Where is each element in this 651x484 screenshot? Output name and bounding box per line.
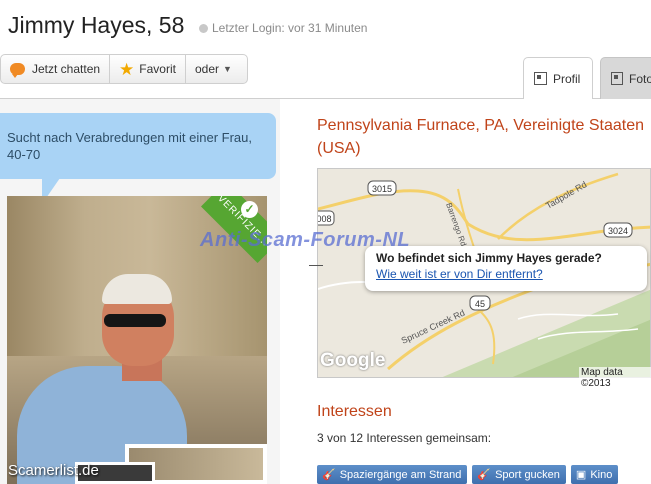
online-status-icon [199, 24, 208, 33]
star-icon: ★ [119, 59, 135, 79]
chat-button-label: Jetzt chatten [32, 62, 101, 76]
favorite-button[interactable]: ★ Favorit [110, 55, 186, 83]
action-button-group: Jetzt chatten ★ Favorit oder ▼ [0, 54, 248, 84]
interest-tag-label: Sport gucken [495, 468, 560, 481]
last-login-text: Letzter Login: vor 31 Minuten [212, 21, 368, 35]
map-popup-title: Wo befindet sich Jimmy Hayes gerade? [376, 251, 602, 265]
tab-fotos[interactable]: Fotos [600, 57, 651, 99]
interests-heading: Interessen [317, 403, 392, 420]
tab-fotos-label: Fotos [628, 71, 651, 86]
looking-for-bubble: Sucht nach Verabredungen mit einer Frau,… [0, 113, 276, 179]
map-attribution: Map data ©2013 [579, 367, 651, 389]
favorite-button-label: Favorit [139, 62, 176, 76]
interest-tag-label: Kino [590, 468, 613, 481]
photos-icon [611, 72, 623, 85]
road-label: 45 [475, 299, 485, 309]
guitar-icon: 🎸 [322, 469, 336, 481]
distance-link[interactable]: Wie weit ist er von Dir entfernt? [376, 266, 636, 282]
location-heading: Pennsylvania Furnace, PA, Vereinigte Sta… [317, 117, 645, 157]
chat-button[interactable]: Jetzt chatten [1, 55, 111, 83]
interest-tag[interactable]: 🎸 Sport gucken [472, 465, 566, 484]
profile-name-age: Jimmy Hayes, 58 [8, 12, 185, 38]
road-label: 3024 [608, 226, 628, 236]
interest-tag-label: Spaziergänge am Strand [339, 468, 462, 481]
checkmark-icon: ✓ [241, 201, 258, 218]
tv-icon: ▣ [575, 469, 587, 481]
corner-watermark: Scamerlist.de [8, 462, 99, 479]
interest-tags: 🎸 Spaziergänge am Strand 🎸 Sport gucken … [317, 465, 619, 484]
chevron-down-icon: ▼ [223, 64, 232, 74]
more-dropdown-label: oder [194, 62, 220, 76]
chat-bubble-icon [10, 63, 25, 78]
google-logo: Google [320, 350, 386, 371]
guitar-icon: 🎸 [477, 469, 492, 481]
more-dropdown[interactable]: oder ▼ [186, 55, 241, 83]
tab-profil-label: Profil [553, 71, 581, 86]
interests-common-count: 3 von 12 Interessen gemeinsam: [317, 431, 492, 445]
tab-profil[interactable]: Profil [523, 57, 593, 99]
interest-tag[interactable]: 🎸 Spaziergänge am Strand [317, 465, 468, 484]
profile-card-icon [534, 72, 547, 85]
interest-tag[interactable]: ▣ Kino [570, 465, 619, 484]
road-label: 3015 [372, 184, 392, 194]
overlay-watermark: Anti-Scam-Forum-NL [200, 229, 411, 251]
road-label: 008 [318, 214, 332, 224]
map-info-popup: Wo befindet sich Jimmy Hayes gerade? Wie… [365, 246, 647, 291]
map-zoom-control[interactable] [309, 265, 323, 266]
